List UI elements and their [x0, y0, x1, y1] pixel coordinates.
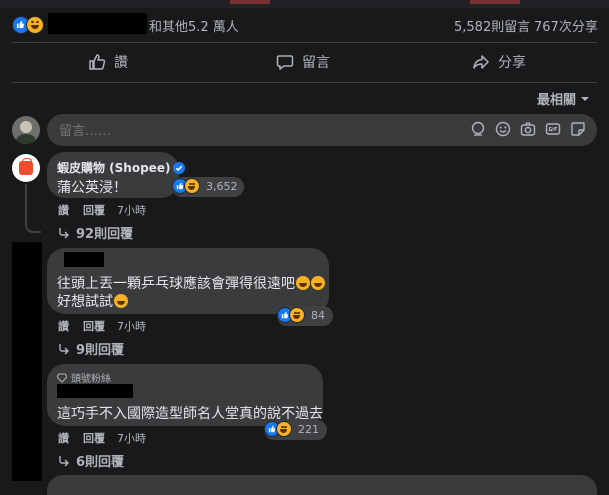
haha-icon: [26, 16, 44, 34]
redacted-author: [64, 252, 104, 267]
haha-icon: [184, 178, 200, 194]
emoji-icon[interactable]: [495, 121, 511, 137]
divider: [12, 82, 597, 83]
laughing-emoji-icon: [296, 276, 310, 290]
comment-bubble-next: [47, 475, 597, 495]
comment-like-link[interactable]: 讚: [58, 430, 69, 446]
thumbs-up-icon: [89, 54, 106, 70]
haha-icon: [289, 307, 305, 323]
comment-actions: 讚 回覆 7小時: [58, 430, 146, 446]
reactors-others[interactable]: 和其他5.2 萬人: [149, 16, 239, 35]
comment-actions: 讚 回覆 7小時: [58, 202, 146, 218]
comment-time[interactable]: 7小時: [117, 202, 146, 218]
camera-icon[interactable]: [520, 121, 536, 137]
redacted-avatars: [12, 242, 42, 481]
comment-author[interactable]: 蝦皮購物 (Shopee): [57, 159, 186, 176]
avatar-sticker-icon[interactable]: [470, 121, 486, 137]
sort-label: 最相關: [537, 93, 577, 108]
laughing-emoji-icon: [311, 276, 325, 290]
comment-time[interactable]: 7小時: [117, 430, 146, 446]
comment-input[interactable]: [47, 114, 597, 146]
share-button[interactable]: 分享: [472, 48, 526, 76]
reply-arrow-icon: [59, 455, 69, 466]
redacted-name: [48, 13, 147, 34]
shares-count[interactable]: 767次分享: [534, 16, 598, 35]
top-fan-badge: 頭號粉絲: [57, 370, 111, 385]
reaction-summary[interactable]: [12, 16, 52, 34]
thread-line: [25, 184, 27, 222]
diamond-icon: [57, 372, 67, 383]
divider: [12, 42, 597, 43]
like-button-label: 讚: [114, 55, 128, 71]
redacted-author: [57, 384, 133, 398]
comment-reply-link[interactable]: 回覆: [83, 430, 105, 446]
comment-text: 往頭上丟一顆乒乓球應該會彈得很遠吧: [57, 273, 325, 293]
comment-like-link[interactable]: 讚: [58, 202, 69, 218]
reaction-count[interactable]: 221: [264, 420, 327, 440]
shopee-avatar[interactable]: [12, 154, 40, 182]
comment-icon: [276, 55, 294, 70]
chevron-down-icon: [581, 96, 590, 101]
haha-icon: [276, 421, 292, 437]
comment-reply-link[interactable]: 回覆: [83, 202, 105, 218]
header-photo-strip: [0, 0, 609, 8]
laughing-emoji-icon: [114, 294, 128, 308]
comment-input-field[interactable]: [57, 121, 441, 141]
thread-line-curve: [25, 221, 41, 233]
share-button-label: 分享: [498, 55, 526, 71]
comment-text: 蒲公英浸！: [57, 180, 127, 196]
comment-button[interactable]: 留言: [276, 48, 330, 76]
comment-text-line2: 好想試試: [57, 291, 128, 311]
view-replies-link[interactable]: 6則回覆: [58, 451, 124, 470]
comment-time[interactable]: 7小時: [117, 318, 146, 334]
like-button[interactable]: 讚: [88, 48, 128, 76]
comment-button-label: 留言: [302, 55, 330, 71]
sticker-icon[interactable]: [570, 121, 586, 137]
user-avatar[interactable]: [12, 116, 40, 144]
view-replies-link[interactable]: 9則回覆: [58, 339, 124, 358]
verified-badge-icon: [173, 161, 186, 174]
share-icon: [473, 55, 489, 69]
comments-count[interactable]: 5,582則留言: [454, 16, 530, 35]
gif-icon[interactable]: [545, 121, 561, 137]
reply-arrow-icon: [59, 343, 69, 354]
comment-actions: 讚 回覆 7小時: [58, 318, 146, 334]
sort-dropdown[interactable]: 最相關: [537, 89, 590, 108]
comment-like-link[interactable]: 讚: [58, 318, 69, 334]
reply-arrow-icon: [59, 227, 69, 238]
view-replies-link[interactable]: 92則回覆: [58, 223, 133, 242]
reaction-count[interactable]: 3,652: [172, 177, 244, 197]
reaction-count[interactable]: 84: [277, 306, 333, 326]
comment-reply-link[interactable]: 回覆: [83, 318, 105, 334]
